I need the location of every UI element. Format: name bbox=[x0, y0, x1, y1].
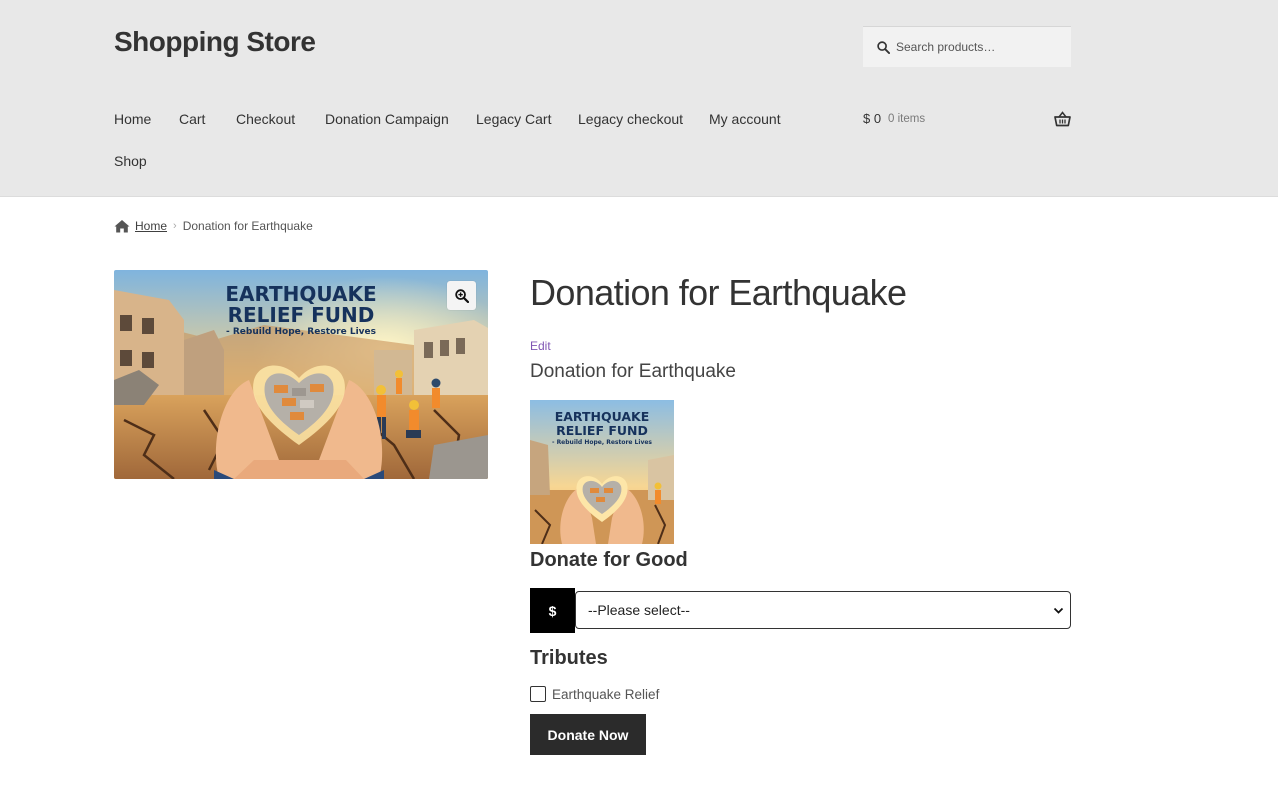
nav-item-legacy-cart[interactable]: Legacy Cart bbox=[476, 111, 551, 127]
basket-icon[interactable] bbox=[1054, 111, 1071, 127]
search-box[interactable] bbox=[863, 26, 1071, 67]
site-title[interactable]: Shopping Store bbox=[114, 26, 316, 58]
svg-text:RELIEF FUND: RELIEF FUND bbox=[556, 423, 648, 438]
chevron-down-icon bbox=[1053, 607, 1064, 614]
breadcrumb: Home › Donation for Earthquake bbox=[114, 219, 313, 233]
zoom-button[interactable] bbox=[447, 281, 476, 310]
nav-item-my-account[interactable]: My account bbox=[709, 111, 781, 127]
tribute-label[interactable]: Earthquake Relief bbox=[552, 687, 659, 702]
site-header: Shopping Store Home Cart Checkout Donati… bbox=[0, 0, 1278, 197]
donate-heading: Donate for Good bbox=[530, 549, 688, 571]
nav-item-cart[interactable]: Cart bbox=[179, 111, 205, 127]
product-title: Donation for Earthquake bbox=[530, 272, 907, 313]
donation-amount-select[interactable]: --Please select-- bbox=[575, 591, 1071, 629]
product-thumbnail[interactable]: EARTHQUAKE RELIEF FUND - Rebuild Hope, R… bbox=[530, 400, 674, 544]
breadcrumb-separator: › bbox=[173, 220, 177, 232]
nav-item-donation-campaign[interactable]: Donation Campaign bbox=[325, 111, 449, 127]
svg-text:- Rebuild Hope, Restore Lives: - Rebuild Hope, Restore Lives bbox=[552, 439, 652, 446]
search-icon bbox=[877, 40, 890, 54]
edit-link[interactable]: Edit bbox=[530, 339, 551, 353]
earthquake-relief-thumbnail: EARTHQUAKE RELIEF FUND - Rebuild Hope, R… bbox=[530, 400, 674, 544]
nav-item-shop[interactable]: Shop bbox=[114, 153, 147, 169]
tribute-checkbox[interactable] bbox=[530, 686, 546, 702]
home-icon bbox=[114, 220, 130, 233]
search-input[interactable] bbox=[896, 40, 1066, 54]
svg-text:- Rebuild Hope, Restore Lives: - Rebuild Hope, Restore Lives bbox=[226, 327, 376, 337]
nav-item-home[interactable]: Home bbox=[114, 111, 151, 127]
svg-text:EARTHQUAKE: EARTHQUAKE bbox=[555, 409, 650, 424]
donation-amount-value: --Please select-- bbox=[588, 602, 690, 618]
tribute-option[interactable]: Earthquake Relief bbox=[530, 686, 659, 702]
currency-symbol: $ bbox=[530, 588, 575, 633]
cart-total[interactable]: $ 0 bbox=[863, 111, 881, 126]
donate-now-button[interactable]: Donate Now bbox=[530, 714, 646, 755]
breadcrumb-home-link[interactable]: Home bbox=[135, 219, 167, 233]
nav-item-checkout[interactable]: Checkout bbox=[236, 111, 295, 127]
breadcrumb-current: Donation for Earthquake bbox=[182, 219, 313, 233]
product-main-image[interactable]: EARTHQUAKE RELIEF FUND - Rebuild Hope, R… bbox=[114, 270, 488, 479]
product-subtitle: Donation for Earthquake bbox=[530, 361, 736, 382]
svg-text:RELIEF FUND: RELIEF FUND bbox=[228, 303, 375, 327]
nav-item-legacy-checkout[interactable]: Legacy checkout bbox=[578, 111, 683, 127]
tributes-heading: Tributes bbox=[530, 647, 608, 669]
cart-item-count[interactable]: 0 items bbox=[888, 113, 925, 125]
earthquake-relief-illustration: EARTHQUAKE RELIEF FUND - Rebuild Hope, R… bbox=[114, 270, 488, 479]
zoom-in-icon bbox=[454, 288, 469, 303]
